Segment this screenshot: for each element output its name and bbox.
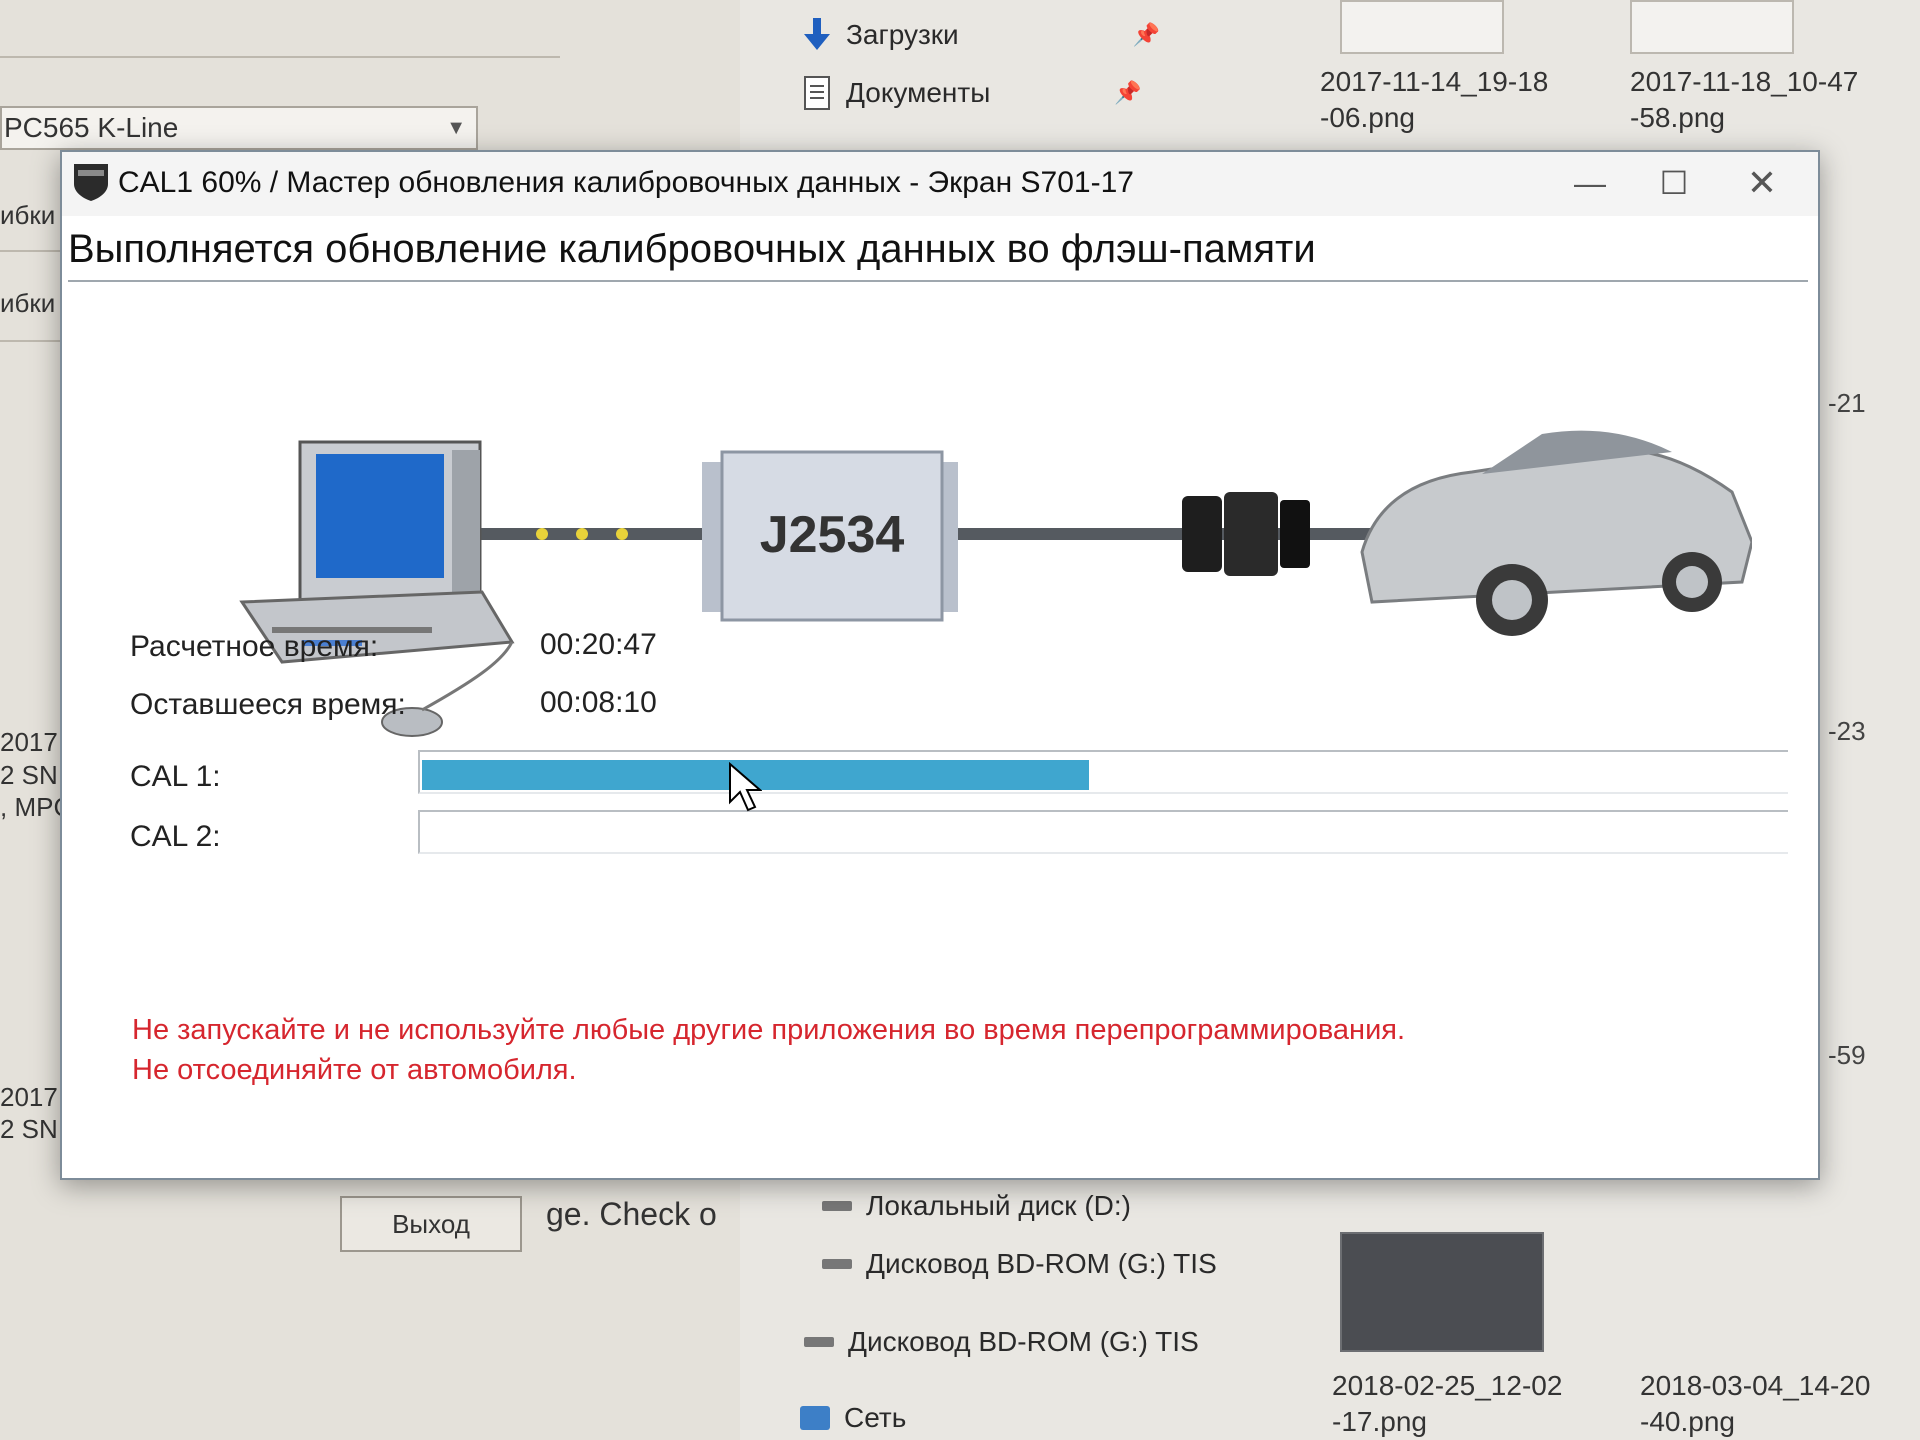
network-icon bbox=[800, 1406, 830, 1430]
file-thumbnail[interactable] bbox=[1630, 0, 1794, 54]
car-icon bbox=[1360, 430, 1752, 636]
pin-icon[interactable]: 📌 bbox=[1133, 22, 1160, 48]
connection-diagram: J2534 bbox=[239, 430, 1752, 737]
cal1-progress-bar bbox=[418, 750, 1788, 794]
text-fragment: ибки bbox=[0, 288, 56, 318]
divider bbox=[0, 56, 560, 58]
remaining-time-label: Оставшееся время: bbox=[130, 688, 406, 721]
file-thumbnail[interactable] bbox=[1340, 0, 1504, 54]
mouse-cursor-icon bbox=[729, 762, 762, 812]
shield-logo-icon bbox=[74, 164, 108, 201]
close-button[interactable]: ✕ bbox=[1722, 156, 1802, 210]
calibration-update-dialog: CAL1 60% / Мастер обновления калибровочн… bbox=[60, 150, 1820, 1180]
message-text: ge. Check o bbox=[546, 1196, 717, 1232]
nav-item-label: Документы bbox=[846, 77, 991, 108]
maximize-button[interactable]: ☐ bbox=[1634, 156, 1714, 210]
file-name-fragment: -23 bbox=[1828, 716, 1866, 746]
cal2-progress-bar bbox=[418, 810, 1788, 854]
warning-text-line2: Не отсоединяйте от автомобиля. bbox=[132, 1054, 577, 1086]
nav-item-downloads[interactable]: Загрузки 📌 bbox=[802, 18, 1160, 52]
drive-item-g[interactable]: Дисковод BD-ROM (G:) TIS bbox=[822, 1248, 1217, 1280]
drive-icon bbox=[822, 1201, 852, 1211]
drive-item-d[interactable]: Локальный диск (D:) bbox=[822, 1190, 1131, 1222]
file-thumbnail[interactable] bbox=[1340, 1232, 1544, 1352]
file-name-fragment: -21 bbox=[1828, 388, 1866, 418]
file-name[interactable]: 2018-03-04_14-20 -40.png bbox=[1640, 1368, 1870, 1440]
pin-icon[interactable]: 📌 bbox=[1114, 80, 1141, 106]
disc-drive-icon bbox=[804, 1337, 834, 1347]
interface-label: J2534 bbox=[760, 506, 905, 564]
drive-label: Локальный диск (D:) bbox=[866, 1190, 1131, 1221]
drive-item-g[interactable]: Дисковод BD-ROM (G:) TIS bbox=[804, 1326, 1199, 1358]
text-fragment: 2017 bbox=[0, 1082, 58, 1112]
nav-item-network[interactable]: Сеть bbox=[800, 1402, 906, 1434]
text-fragment: ибки bbox=[0, 200, 56, 230]
drive-label: Дисковод BD-ROM (G:) TIS bbox=[848, 1326, 1199, 1357]
j2534-interface-icon: J2534 bbox=[702, 450, 958, 622]
text-fragment: 2 SN bbox=[0, 760, 58, 790]
file-name[interactable]: 2017-11-18_10-47 -58.png bbox=[1630, 64, 1858, 136]
file-name-fragment: -59 bbox=[1828, 1040, 1866, 1070]
warning-text-line1: Не запускайте и не используйте любые дру… bbox=[132, 1014, 1406, 1046]
remaining-time-value: 00:08:10 bbox=[540, 686, 657, 719]
cal1-label: CAL 1: bbox=[130, 760, 221, 793]
text-fragment: 2017 bbox=[0, 727, 58, 757]
download-arrow-icon bbox=[804, 18, 830, 50]
cal2-label: CAL 2: bbox=[130, 820, 221, 853]
title-bar[interactable]: CAL1 60% / Мастер обновления калибровочн… bbox=[62, 152, 1818, 216]
nav-item-documents[interactable]: Документы 📌 bbox=[802, 76, 1142, 110]
nav-item-label: Сеть bbox=[844, 1402, 907, 1433]
estimated-time-label: Расчетное время: bbox=[130, 630, 379, 663]
adapter-select[interactable]: PC565 K-Line ▼ bbox=[0, 106, 478, 150]
connector-icon bbox=[1182, 492, 1310, 576]
file-name[interactable]: 2017-11-14_19-18 -06.png bbox=[1320, 64, 1548, 136]
disc-drive-icon bbox=[822, 1259, 852, 1269]
file-name[interactable]: 2018-02-25_12-02 -17.png bbox=[1332, 1368, 1562, 1440]
nav-item-label: Загрузки bbox=[846, 19, 959, 50]
minimize-button[interactable]: — bbox=[1550, 156, 1630, 210]
document-icon bbox=[804, 76, 830, 110]
estimated-time-value: 00:20:47 bbox=[540, 628, 657, 661]
adapter-select-value: PC565 K-Line bbox=[4, 112, 179, 143]
page-heading: Выполняется обновление калибровочных дан… bbox=[68, 218, 1808, 282]
text-fragment: 2 SN bbox=[0, 1114, 58, 1144]
chevron-down-icon: ▼ bbox=[446, 117, 466, 139]
window-title: CAL1 60% / Мастер обновления калибровочн… bbox=[118, 166, 1134, 199]
exit-button[interactable]: Выход bbox=[340, 1196, 522, 1252]
drive-label: Дисковод BD-ROM (G:) TIS bbox=[866, 1248, 1217, 1279]
